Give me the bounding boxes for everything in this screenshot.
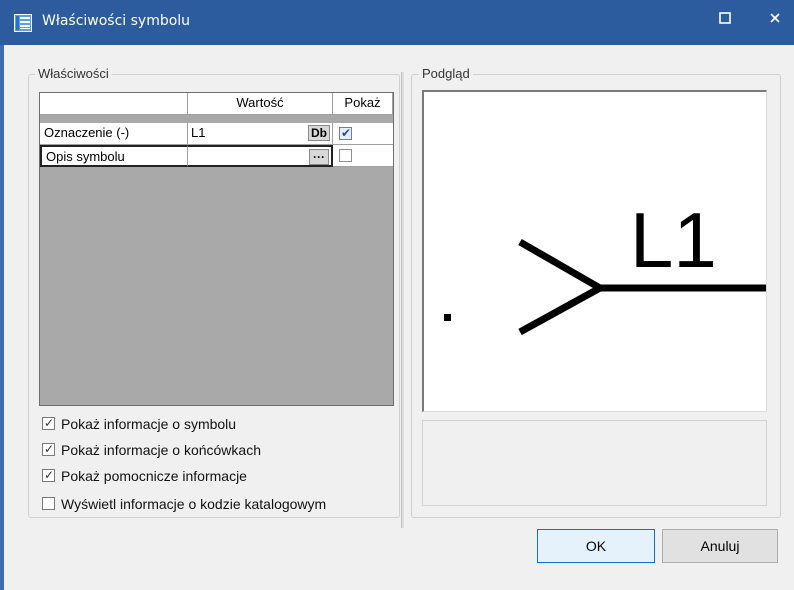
cancel-button[interactable]: Anuluj <box>662 529 778 563</box>
database-button[interactable]: Db <box>308 125 330 141</box>
window-title: Właściwości symbolu <box>42 13 191 29</box>
check-icon: ✓ <box>44 442 55 456</box>
check-icon: ✔ <box>341 126 352 140</box>
connection-dot <box>444 314 451 321</box>
symbol-drawing: L1 <box>444 196 766 336</box>
arrow-symbol <box>518 238 608 336</box>
table-row[interactable]: Oznaczenie (-) L1 Db ✔ <box>40 123 393 145</box>
preview-info-panel <box>422 420 767 506</box>
preview-legend: Podgląd <box>419 66 473 81</box>
property-name: Opis symbolu <box>40 145 188 167</box>
symbol-preview: L1 <box>422 90 767 412</box>
property-value-cell[interactable]: ··· <box>188 145 333 167</box>
show-cell[interactable]: ✔ <box>333 123 393 145</box>
option-checkbox[interactable]: ✓ <box>42 417 55 430</box>
show-checkbox[interactable] <box>339 149 352 162</box>
check-icon: ✓ <box>44 468 55 482</box>
grid-header-row: Wartość Pokaż <box>40 93 393 115</box>
property-value[interactable]: L1 <box>191 125 205 140</box>
option-checkbox[interactable] <box>42 497 55 510</box>
properties-legend: Właściwości <box>35 66 112 81</box>
check-icon: ✓ <box>44 416 55 430</box>
grid-header-value: Wartość <box>188 93 333 115</box>
close-button[interactable] <box>748 0 794 45</box>
grid-empty-area: Wartość Pokaż Oznaczenie (-) L1 Db ✔ Opi… <box>40 93 393 405</box>
window-border <box>0 45 4 590</box>
property-name: Oznaczenie (-) <box>40 123 188 145</box>
grid-header-name <box>40 93 188 115</box>
symbol-label: L1 <box>630 196 717 284</box>
maximize-icon <box>719 12 731 24</box>
option-checkbox[interactable]: ✓ <box>42 469 55 482</box>
table-row[interactable]: Opis symbolu ··· <box>40 145 393 167</box>
title-bar[interactable]: Właściwości symbolu <box>0 0 794 45</box>
option-label[interactable]: Wyświetl informacje o kodzie katalogowym <box>61 494 326 514</box>
ellipsis-button[interactable]: ··· <box>309 149 329 165</box>
option-label[interactable]: Pokaż informacje o symbolu <box>61 414 236 434</box>
grid-header-show: Pokaż <box>333 93 393 115</box>
panel-splitter[interactable] <box>401 72 404 528</box>
option-label[interactable]: Pokaż pomocnicze informacje <box>61 466 247 486</box>
option-label[interactable]: Pokaż informacje o końcówkach <box>61 440 261 460</box>
maximize-button[interactable] <box>702 0 748 45</box>
option-checkbox[interactable]: ✓ <box>42 443 55 456</box>
ok-button[interactable]: OK <box>537 529 655 563</box>
show-checkbox[interactable]: ✔ <box>339 126 352 140</box>
show-cell[interactable] <box>333 145 393 167</box>
close-icon <box>770 13 780 23</box>
property-value-cell[interactable]: L1 Db <box>188 123 333 145</box>
properties-icon <box>14 14 32 32</box>
dialog-window: Właściwości symbolu Właściwości Wartość … <box>0 0 794 590</box>
properties-grid[interactable]: Wartość Pokaż Oznaczenie (-) L1 Db ✔ Opi… <box>39 92 394 406</box>
